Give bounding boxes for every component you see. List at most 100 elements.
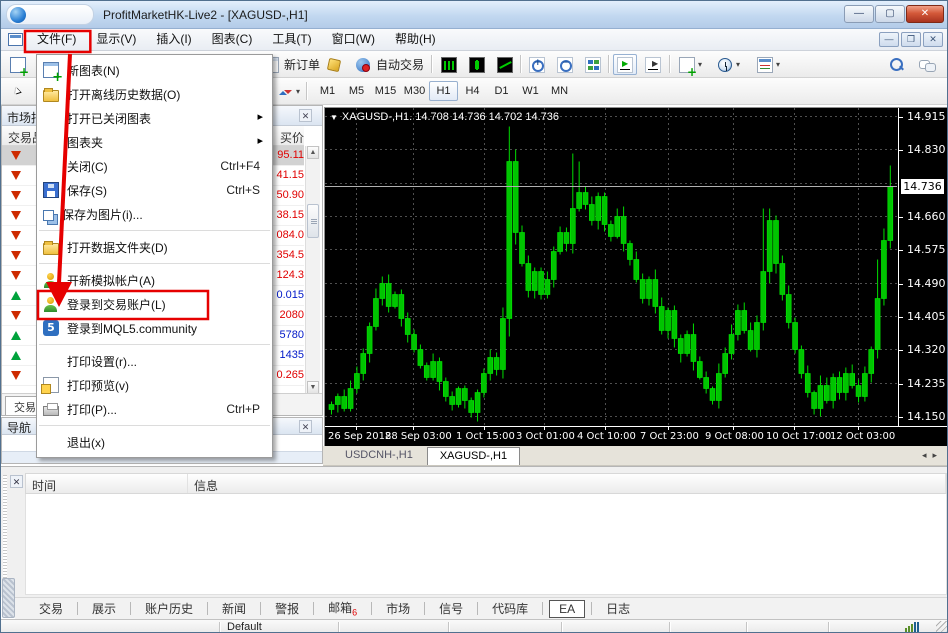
profile-label[interactable]: Default bbox=[227, 621, 262, 633]
terminal-close-icon[interactable]: ✕ bbox=[10, 475, 23, 488]
restore-button[interactable]: ▢ bbox=[875, 5, 905, 23]
scrollbar-thumb[interactable] bbox=[307, 204, 319, 238]
menubar-item-window[interactable]: 窗口(W) bbox=[322, 29, 385, 51]
terminal-tab-1[interactable]: 展示 bbox=[84, 598, 124, 619]
menu-item-label: 退出(x) bbox=[67, 434, 105, 451]
menu-icon-blank bbox=[43, 110, 59, 126]
chart-tab[interactable]: USDCNH-,H1 bbox=[333, 447, 425, 465]
chart-tab-scroll-icons[interactable]: ◂▸ bbox=[922, 450, 943, 461]
timeframe-mn[interactable]: MN bbox=[545, 81, 574, 101]
chat-icon bbox=[919, 57, 935, 73]
line-chart-button[interactable] bbox=[493, 54, 517, 75]
navigator-close-icon[interactable]: ✕ bbox=[299, 420, 312, 433]
chart-dropdown-icon[interactable] bbox=[330, 111, 338, 123]
time-axis[interactable]: 26 Sep 201828 Sep 03:001 Oct 15:003 Oct … bbox=[325, 426, 947, 446]
timeframe-m15[interactable]: M15 bbox=[371, 81, 400, 101]
file-menu-item[interactable]: 图表夹 bbox=[37, 130, 272, 154]
minimize-button[interactable]: — bbox=[844, 5, 874, 23]
candlestick-chart-button[interactable] bbox=[465, 54, 489, 75]
chat-button[interactable] bbox=[915, 54, 939, 75]
chart-window: XAGUSD-,H1. 14.708 14.736 14.702 14.736 … bbox=[325, 108, 947, 446]
menubar-item-file[interactable]: 文件(F) bbox=[27, 29, 86, 51]
menubar-item-view[interactable]: 显示(V) bbox=[86, 29, 146, 51]
chart-shift-button[interactable] bbox=[641, 54, 665, 75]
zoom-in-button[interactable] bbox=[525, 54, 549, 75]
timeframe-h1[interactable]: H1 bbox=[429, 81, 458, 101]
periods-button[interactable] bbox=[713, 54, 744, 75]
chart-window-icon[interactable] bbox=[8, 33, 23, 46]
market-button[interactable] bbox=[322, 54, 346, 75]
timeframe-d1[interactable]: D1 bbox=[487, 81, 516, 101]
status-divider bbox=[448, 622, 449, 633]
file-menu-item[interactable]: 退出(x) bbox=[37, 430, 272, 454]
file-menu-item[interactable]: 新图表(N) bbox=[37, 58, 272, 82]
timeframe-m1[interactable]: M1 bbox=[313, 81, 342, 101]
file-menu-item[interactable]: 打开已关闭图表 bbox=[37, 106, 272, 130]
file-menu-item[interactable]: 保存为图片(i)... bbox=[37, 202, 272, 226]
menu-item-label: 关闭(C) bbox=[67, 158, 108, 175]
price-label: 14.235 bbox=[899, 377, 947, 390]
menubar-item-tools[interactable]: 工具(T) bbox=[262, 29, 321, 51]
file-menu-item[interactable]: 关闭(C)Ctrl+F4 bbox=[37, 154, 272, 178]
file-menu-item[interactable]: 打印预览(v) bbox=[37, 373, 272, 397]
templates-button[interactable] bbox=[753, 54, 784, 75]
tab-divider bbox=[130, 602, 131, 615]
terminal-body[interactable] bbox=[25, 494, 947, 595]
time-tick bbox=[356, 427, 357, 430]
market-watch-close-icon[interactable]: ✕ bbox=[299, 109, 312, 122]
terminal-tab-7[interactable]: 信号 bbox=[431, 598, 471, 619]
tile-windows-button[interactable] bbox=[581, 54, 605, 75]
menubar-item-insert[interactable]: 插入(I) bbox=[146, 29, 201, 51]
cursor-button[interactable] bbox=[5, 81, 29, 102]
terminal-tab-2[interactable]: 账户历史 bbox=[137, 598, 201, 619]
terminal-tab-6[interactable]: 市场 bbox=[378, 598, 418, 619]
autotrading-button[interactable]: 自动交易 bbox=[347, 54, 432, 75]
chart-plot-area[interactable]: XAGUSD-,H1. 14.708 14.736 14.702 14.736 bbox=[325, 108, 897, 426]
timeframe-m5[interactable]: M5 bbox=[342, 81, 371, 101]
auto-scroll-button[interactable] bbox=[613, 54, 637, 75]
timeframe-h4[interactable]: H4 bbox=[458, 81, 487, 101]
menubar-item-help[interactable]: 帮助(H) bbox=[385, 29, 446, 51]
menu-item-label: 打印预览(v) bbox=[67, 377, 129, 394]
scroll-up-icon[interactable]: ▲ bbox=[307, 146, 319, 159]
close-button[interactable]: ✕ bbox=[906, 5, 944, 23]
search-button[interactable] bbox=[885, 54, 909, 75]
resize-grip-icon[interactable] bbox=[936, 621, 948, 633]
connection-status-icon[interactable] bbox=[905, 622, 921, 633]
child-close-button[interactable]: ✕ bbox=[923, 32, 943, 47]
terminal-tab-4[interactable]: 警报 bbox=[267, 598, 307, 619]
new-chart-button[interactable] bbox=[6, 54, 30, 75]
bar-chart-button[interactable] bbox=[437, 54, 461, 75]
timeframe-m30[interactable]: M30 bbox=[400, 81, 429, 101]
child-restore-button[interactable]: ❐ bbox=[901, 32, 921, 47]
indicators-button[interactable] bbox=[675, 54, 706, 75]
terminal-tab-3[interactable]: 新闻 bbox=[214, 598, 254, 619]
market-watch-scrollbar[interactable]: ▲ ▼ bbox=[305, 146, 320, 394]
file-menu-item[interactable]: 登录到交易账户(L) bbox=[37, 292, 272, 316]
terminal-tab-0[interactable]: 交易 bbox=[31, 598, 71, 619]
child-minimize-button[interactable]: — bbox=[879, 32, 899, 47]
timeframe-w1[interactable]: W1 bbox=[516, 81, 545, 101]
terminal-drag-handle[interactable] bbox=[3, 475, 7, 585]
file-menu-item[interactable]: 打开数据文件夹(D) bbox=[37, 235, 272, 259]
file-menu-item[interactable]: 登录到MQL5.community bbox=[37, 316, 272, 340]
terminal-tab-10[interactable]: 日志 bbox=[598, 598, 638, 619]
zoom-out-button[interactable] bbox=[553, 54, 577, 75]
file-menu-item[interactable]: 保存(S)Ctrl+S bbox=[37, 178, 272, 202]
status-divider bbox=[338, 622, 339, 633]
file-menu-item[interactable]: 打印设置(r)... bbox=[37, 349, 272, 373]
connection-bar bbox=[911, 624, 913, 633]
menubar-item-charts[interactable]: 图表(C) bbox=[202, 29, 263, 51]
arrow-symbols-button[interactable] bbox=[273, 81, 304, 102]
terminal-tab-8[interactable]: 代码库 bbox=[484, 598, 536, 619]
terminal-dock-icon[interactable] bbox=[2, 578, 15, 618]
file-menu-item[interactable]: 开新模拟帐户(A) bbox=[37, 268, 272, 292]
file-menu-item[interactable]: 打印(P)...Ctrl+P bbox=[37, 397, 272, 421]
price-scale[interactable]: 14.736 14.91514.83014.66014.57514.49014.… bbox=[898, 108, 947, 426]
print-icon bbox=[43, 406, 59, 416]
file-menu-item[interactable]: 打开离线历史数据(O) bbox=[37, 82, 272, 106]
chart-title-text: XAGUSD-,H1. 14.708 14.736 14.702 14.736 bbox=[342, 111, 559, 123]
terminal-tab-ea[interactable]: EA bbox=[549, 600, 585, 618]
chart-tab[interactable]: XAGUSD-,H1 bbox=[427, 447, 520, 465]
terminal-tab-5[interactable]: 邮箱6 bbox=[320, 597, 365, 619]
